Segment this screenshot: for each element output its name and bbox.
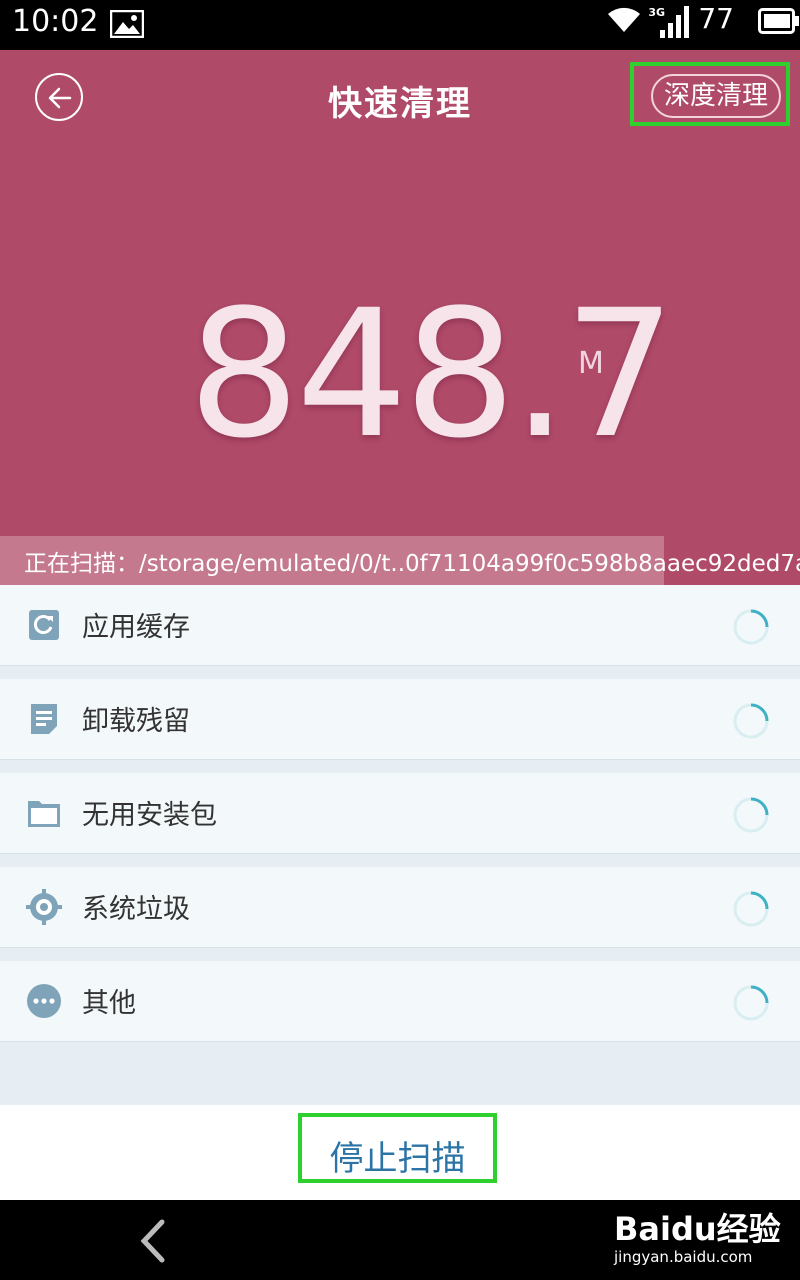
scan-category-list: 应用缓存 卸载残留 无用安装包 系统垃圾 其他 [0,585,800,1105]
more-dots-icon [26,983,62,1019]
list-item-label: 系统垃圾 [82,894,190,925]
list-item-app-cache[interactable]: 应用缓存 [0,585,800,666]
status-time: 10:02 [12,4,99,39]
watermark-site: jingyan.baidu.com [614,1248,753,1266]
system-gear-icon [26,889,62,925]
footer: 停止扫描 [0,1105,800,1200]
list-item-system-junk[interactable]: 系统垃圾 [0,867,800,948]
loading-spinner-icon [731,889,771,933]
list-item-label: 应用缓存 [82,612,190,643]
loading-spinner-icon [731,983,771,1027]
loading-spinner-icon [731,607,771,651]
image-icon [109,9,145,42]
document-icon [26,701,62,737]
cache-refresh-icon [26,607,62,643]
navigation-bar: Baidu经验 jingyan.baidu.com [0,1200,800,1280]
loading-spinner-icon [731,701,771,745]
list-item-other[interactable]: 其他 [0,961,800,1042]
list-item-label: 其他 [82,988,136,1019]
header: 快速清理 深度清理 848.7 M 正在扫描：/storage/emulated… [0,50,800,585]
scan-progress-bar: 正在扫描：/storage/emulated/0/t..0f71104a99f0… [0,536,800,585]
list-item-uninstall-residue[interactable]: 卸载残留 [0,679,800,760]
nav-back-button[interactable] [136,1218,170,1268]
folder-icon [26,795,62,831]
list-item-unused-packages[interactable]: 无用安装包 [0,773,800,854]
battery-level: 77 [698,2,734,35]
scan-path-text: 正在扫描：/storage/emulated/0/t..0f71104a99f0… [24,551,800,577]
signal-icon [660,6,690,42]
status-bar: 10:02 3G 77 [0,0,800,50]
stop-scan-button[interactable]: 停止扫描 [302,1131,493,1180]
loading-spinner-icon [731,795,771,839]
watermark-logo: Baidu经验 [614,1210,781,1248]
wifi-icon [606,4,642,38]
list-item-label: 卸载残留 [82,706,190,737]
watermark: Baidu经验 jingyan.baidu.com [614,1204,781,1266]
chevron-left-icon [140,1219,165,1263]
deep-clean-button[interactable]: 深度清理 [651,74,781,118]
battery-icon [758,8,800,38]
list-item-label: 无用安装包 [82,800,217,831]
junk-size-unit: M [578,346,604,381]
